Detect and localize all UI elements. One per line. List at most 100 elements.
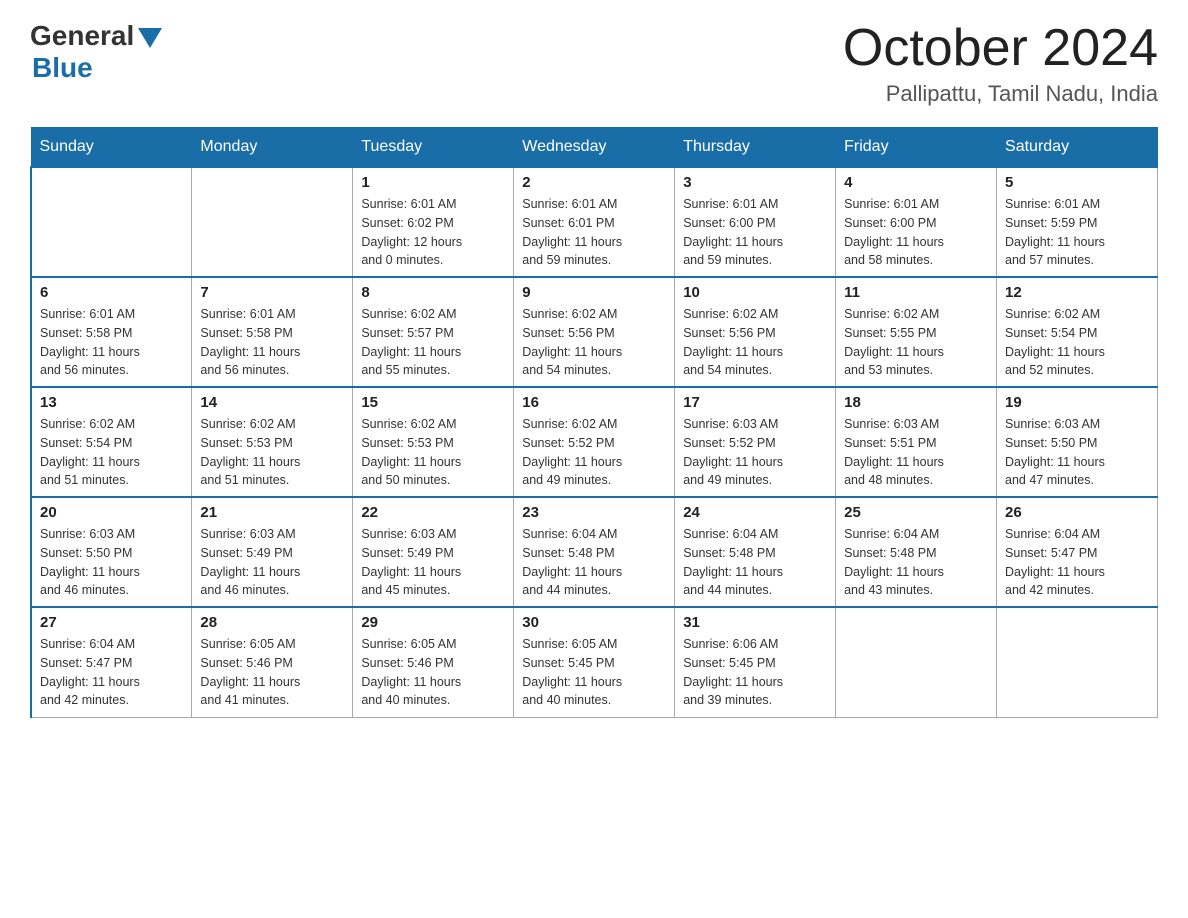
logo-arrow-icon bbox=[138, 28, 162, 48]
calendar-cell: 15Sunrise: 6:02 AM Sunset: 5:53 PM Dayli… bbox=[353, 387, 514, 497]
cell-date: 21 bbox=[200, 504, 344, 521]
logo-blue-text: Blue bbox=[32, 52, 93, 84]
cell-date: 23 bbox=[522, 504, 666, 521]
cell-info: Sunrise: 6:01 AM Sunset: 6:02 PM Dayligh… bbox=[361, 195, 505, 270]
calendar-cell: 6 Sunrise: 6:01 AM Sunset: 5:58 PM Daylig… bbox=[31, 277, 192, 387]
cell-info: Sunrise: 6:03 AM Sunset: 5:50 PM Dayligh… bbox=[40, 525, 183, 600]
cell-date: 13 bbox=[40, 394, 183, 411]
cell-date: 4 bbox=[844, 174, 988, 191]
week-row-3: 13 Sunrise: 6:02 AM Sunset: 5:54 PM Dayli… bbox=[31, 387, 1158, 497]
week-row-4: 20Sunrise: 6:03 AM Sunset: 5:50 PM Dayli… bbox=[31, 497, 1158, 607]
calendar-cell: 24 Sunrise: 6:04 AM Sunset: 5:48 PM Dayli… bbox=[675, 497, 836, 607]
cell-info: Sunrise: 6:02 AM Sunset: 5:57 PM Dayligh… bbox=[361, 305, 505, 380]
cell-date: 12 bbox=[1005, 284, 1149, 301]
calendar-cell: 10 Sunrise: 6:02 AM Sunset: 5:56 PM Dayli… bbox=[675, 277, 836, 387]
calendar-cell: 1 Sunrise: 6:01 AM Sunset: 6:02 PM Daylig… bbox=[353, 167, 514, 277]
cell-date: 6 bbox=[40, 284, 183, 301]
calendar-cell: 23 Sunrise: 6:04 AM Sunset: 5:48 PM Dayli… bbox=[514, 497, 675, 607]
calendar-cell: 12Sunrise: 6:02 AM Sunset: 5:54 PM Dayli… bbox=[997, 277, 1158, 387]
cell-info: Sunrise: 6:05 AM Sunset: 5:46 PM Dayligh… bbox=[200, 635, 344, 710]
header-day-wednesday: Wednesday bbox=[514, 128, 675, 168]
cell-date: 5 bbox=[1005, 174, 1149, 191]
header-day-tuesday: Tuesday bbox=[353, 128, 514, 168]
cell-info: Sunrise: 6:02 AM Sunset: 5:54 PM Dayligh… bbox=[40, 415, 183, 490]
header-row: SundayMondayTuesdayWednesdayThursdayFrid… bbox=[31, 128, 1158, 168]
logo-blue-part bbox=[134, 24, 162, 48]
cell-info: Sunrise: 6:01 AM Sunset: 6:00 PM Dayligh… bbox=[683, 195, 827, 270]
page-header: General Blue October 2024 Pallipattu, Ta… bbox=[30, 20, 1158, 107]
cell-date: 9 bbox=[522, 284, 666, 301]
calendar-cell bbox=[997, 607, 1158, 717]
calendar-cell: 26 Sunrise: 6:04 AM Sunset: 5:47 PM Dayli… bbox=[997, 497, 1158, 607]
calendar-cell: 13 Sunrise: 6:02 AM Sunset: 5:54 PM Dayli… bbox=[31, 387, 192, 497]
cell-date: 17 bbox=[683, 394, 827, 411]
calendar-cell: 8 Sunrise: 6:02 AM Sunset: 5:57 PM Daylig… bbox=[353, 277, 514, 387]
cell-date: 16 bbox=[522, 394, 666, 411]
cell-date: 3 bbox=[683, 174, 827, 191]
calendar-cell: 25Sunrise: 6:04 AM Sunset: 5:48 PM Dayli… bbox=[836, 497, 997, 607]
cell-info: Sunrise: 6:03 AM Sunset: 5:49 PM Dayligh… bbox=[200, 525, 344, 600]
cell-date: 22 bbox=[361, 504, 505, 521]
calendar-table: SundayMondayTuesdayWednesdayThursdayFrid… bbox=[30, 127, 1158, 718]
week-row-2: 6 Sunrise: 6:01 AM Sunset: 5:58 PM Daylig… bbox=[31, 277, 1158, 387]
calendar-cell: 20Sunrise: 6:03 AM Sunset: 5:50 PM Dayli… bbox=[31, 497, 192, 607]
cell-info: Sunrise: 6:01 AM Sunset: 6:01 PM Dayligh… bbox=[522, 195, 666, 270]
week-row-5: 27Sunrise: 6:04 AM Sunset: 5:47 PM Dayli… bbox=[31, 607, 1158, 717]
cell-info: Sunrise: 6:02 AM Sunset: 5:52 PM Dayligh… bbox=[522, 415, 666, 490]
cell-info: Sunrise: 6:02 AM Sunset: 5:56 PM Dayligh… bbox=[683, 305, 827, 380]
calendar-cell: 5Sunrise: 6:01 AM Sunset: 5:59 PM Daylig… bbox=[997, 167, 1158, 277]
cell-date: 26 bbox=[1005, 504, 1149, 521]
cell-date: 31 bbox=[683, 614, 827, 631]
cell-date: 28 bbox=[200, 614, 344, 631]
calendar-cell bbox=[192, 167, 353, 277]
calendar-cell: 9 Sunrise: 6:02 AM Sunset: 5:56 PM Daylig… bbox=[514, 277, 675, 387]
cell-info: Sunrise: 6:04 AM Sunset: 5:48 PM Dayligh… bbox=[522, 525, 666, 600]
cell-info: Sunrise: 6:03 AM Sunset: 5:52 PM Dayligh… bbox=[683, 415, 827, 490]
cell-date: 30 bbox=[522, 614, 666, 631]
week-row-1: 1 Sunrise: 6:01 AM Sunset: 6:02 PM Daylig… bbox=[31, 167, 1158, 277]
calendar-cell: 21 Sunrise: 6:03 AM Sunset: 5:49 PM Dayli… bbox=[192, 497, 353, 607]
cell-info: Sunrise: 6:02 AM Sunset: 5:56 PM Dayligh… bbox=[522, 305, 666, 380]
cell-info: Sunrise: 6:01 AM Sunset: 5:58 PM Dayligh… bbox=[40, 305, 183, 380]
cell-info: Sunrise: 6:05 AM Sunset: 5:46 PM Dayligh… bbox=[361, 635, 505, 710]
calendar-cell: 19 Sunrise: 6:03 AM Sunset: 5:50 PM Dayli… bbox=[997, 387, 1158, 497]
cell-date: 10 bbox=[683, 284, 827, 301]
cell-date: 11 bbox=[844, 284, 988, 301]
cell-info: Sunrise: 6:06 AM Sunset: 5:45 PM Dayligh… bbox=[683, 635, 827, 710]
calendar-cell: 29 Sunrise: 6:05 AM Sunset: 5:46 PM Dayli… bbox=[353, 607, 514, 717]
calendar-cell: 11 Sunrise: 6:02 AM Sunset: 5:55 PM Dayli… bbox=[836, 277, 997, 387]
calendar-cell: 22 Sunrise: 6:03 AM Sunset: 5:49 PM Dayli… bbox=[353, 497, 514, 607]
calendar-cell: 17 Sunrise: 6:03 AM Sunset: 5:52 PM Dayli… bbox=[675, 387, 836, 497]
cell-date: 29 bbox=[361, 614, 505, 631]
cell-info: Sunrise: 6:04 AM Sunset: 5:47 PM Dayligh… bbox=[1005, 525, 1149, 600]
cell-date: 27 bbox=[40, 614, 183, 631]
cell-info: Sunrise: 6:03 AM Sunset: 5:51 PM Dayligh… bbox=[844, 415, 988, 490]
cell-info: Sunrise: 6:02 AM Sunset: 5:53 PM Dayligh… bbox=[361, 415, 505, 490]
cell-date: 2 bbox=[522, 174, 666, 191]
calendar-cell: 16 Sunrise: 6:02 AM Sunset: 5:52 PM Dayli… bbox=[514, 387, 675, 497]
cell-info: Sunrise: 6:02 AM Sunset: 5:53 PM Dayligh… bbox=[200, 415, 344, 490]
cell-date: 8 bbox=[361, 284, 505, 301]
title-section: October 2024 Pallipattu, Tamil Nadu, Ind… bbox=[843, 20, 1158, 107]
calendar-cell bbox=[31, 167, 192, 277]
cell-date: 7 bbox=[200, 284, 344, 301]
cell-info: Sunrise: 6:04 AM Sunset: 5:48 PM Dayligh… bbox=[683, 525, 827, 600]
calendar-header: SundayMondayTuesdayWednesdayThursdayFrid… bbox=[31, 128, 1158, 168]
calendar-body: 1 Sunrise: 6:01 AM Sunset: 6:02 PM Daylig… bbox=[31, 167, 1158, 717]
cell-info: Sunrise: 6:02 AM Sunset: 5:55 PM Dayligh… bbox=[844, 305, 988, 380]
calendar-cell bbox=[836, 607, 997, 717]
cell-info: Sunrise: 6:03 AM Sunset: 5:50 PM Dayligh… bbox=[1005, 415, 1149, 490]
cell-date: 24 bbox=[683, 504, 827, 521]
cell-info: Sunrise: 6:04 AM Sunset: 5:48 PM Dayligh… bbox=[844, 525, 988, 600]
calendar-cell: 4Sunrise: 6:01 AM Sunset: 6:00 PM Daylig… bbox=[836, 167, 997, 277]
cell-date: 14 bbox=[200, 394, 344, 411]
cell-info: Sunrise: 6:03 AM Sunset: 5:49 PM Dayligh… bbox=[361, 525, 505, 600]
header-day-friday: Friday bbox=[836, 128, 997, 168]
subtitle: Pallipattu, Tamil Nadu, India bbox=[843, 81, 1158, 107]
cell-date: 19 bbox=[1005, 394, 1149, 411]
main-title: October 2024 bbox=[843, 20, 1158, 77]
cell-info: Sunrise: 6:05 AM Sunset: 5:45 PM Dayligh… bbox=[522, 635, 666, 710]
calendar-cell: 27Sunrise: 6:04 AM Sunset: 5:47 PM Dayli… bbox=[31, 607, 192, 717]
calendar-cell: 7Sunrise: 6:01 AM Sunset: 5:58 PM Daylig… bbox=[192, 277, 353, 387]
cell-date: 1 bbox=[361, 174, 505, 191]
